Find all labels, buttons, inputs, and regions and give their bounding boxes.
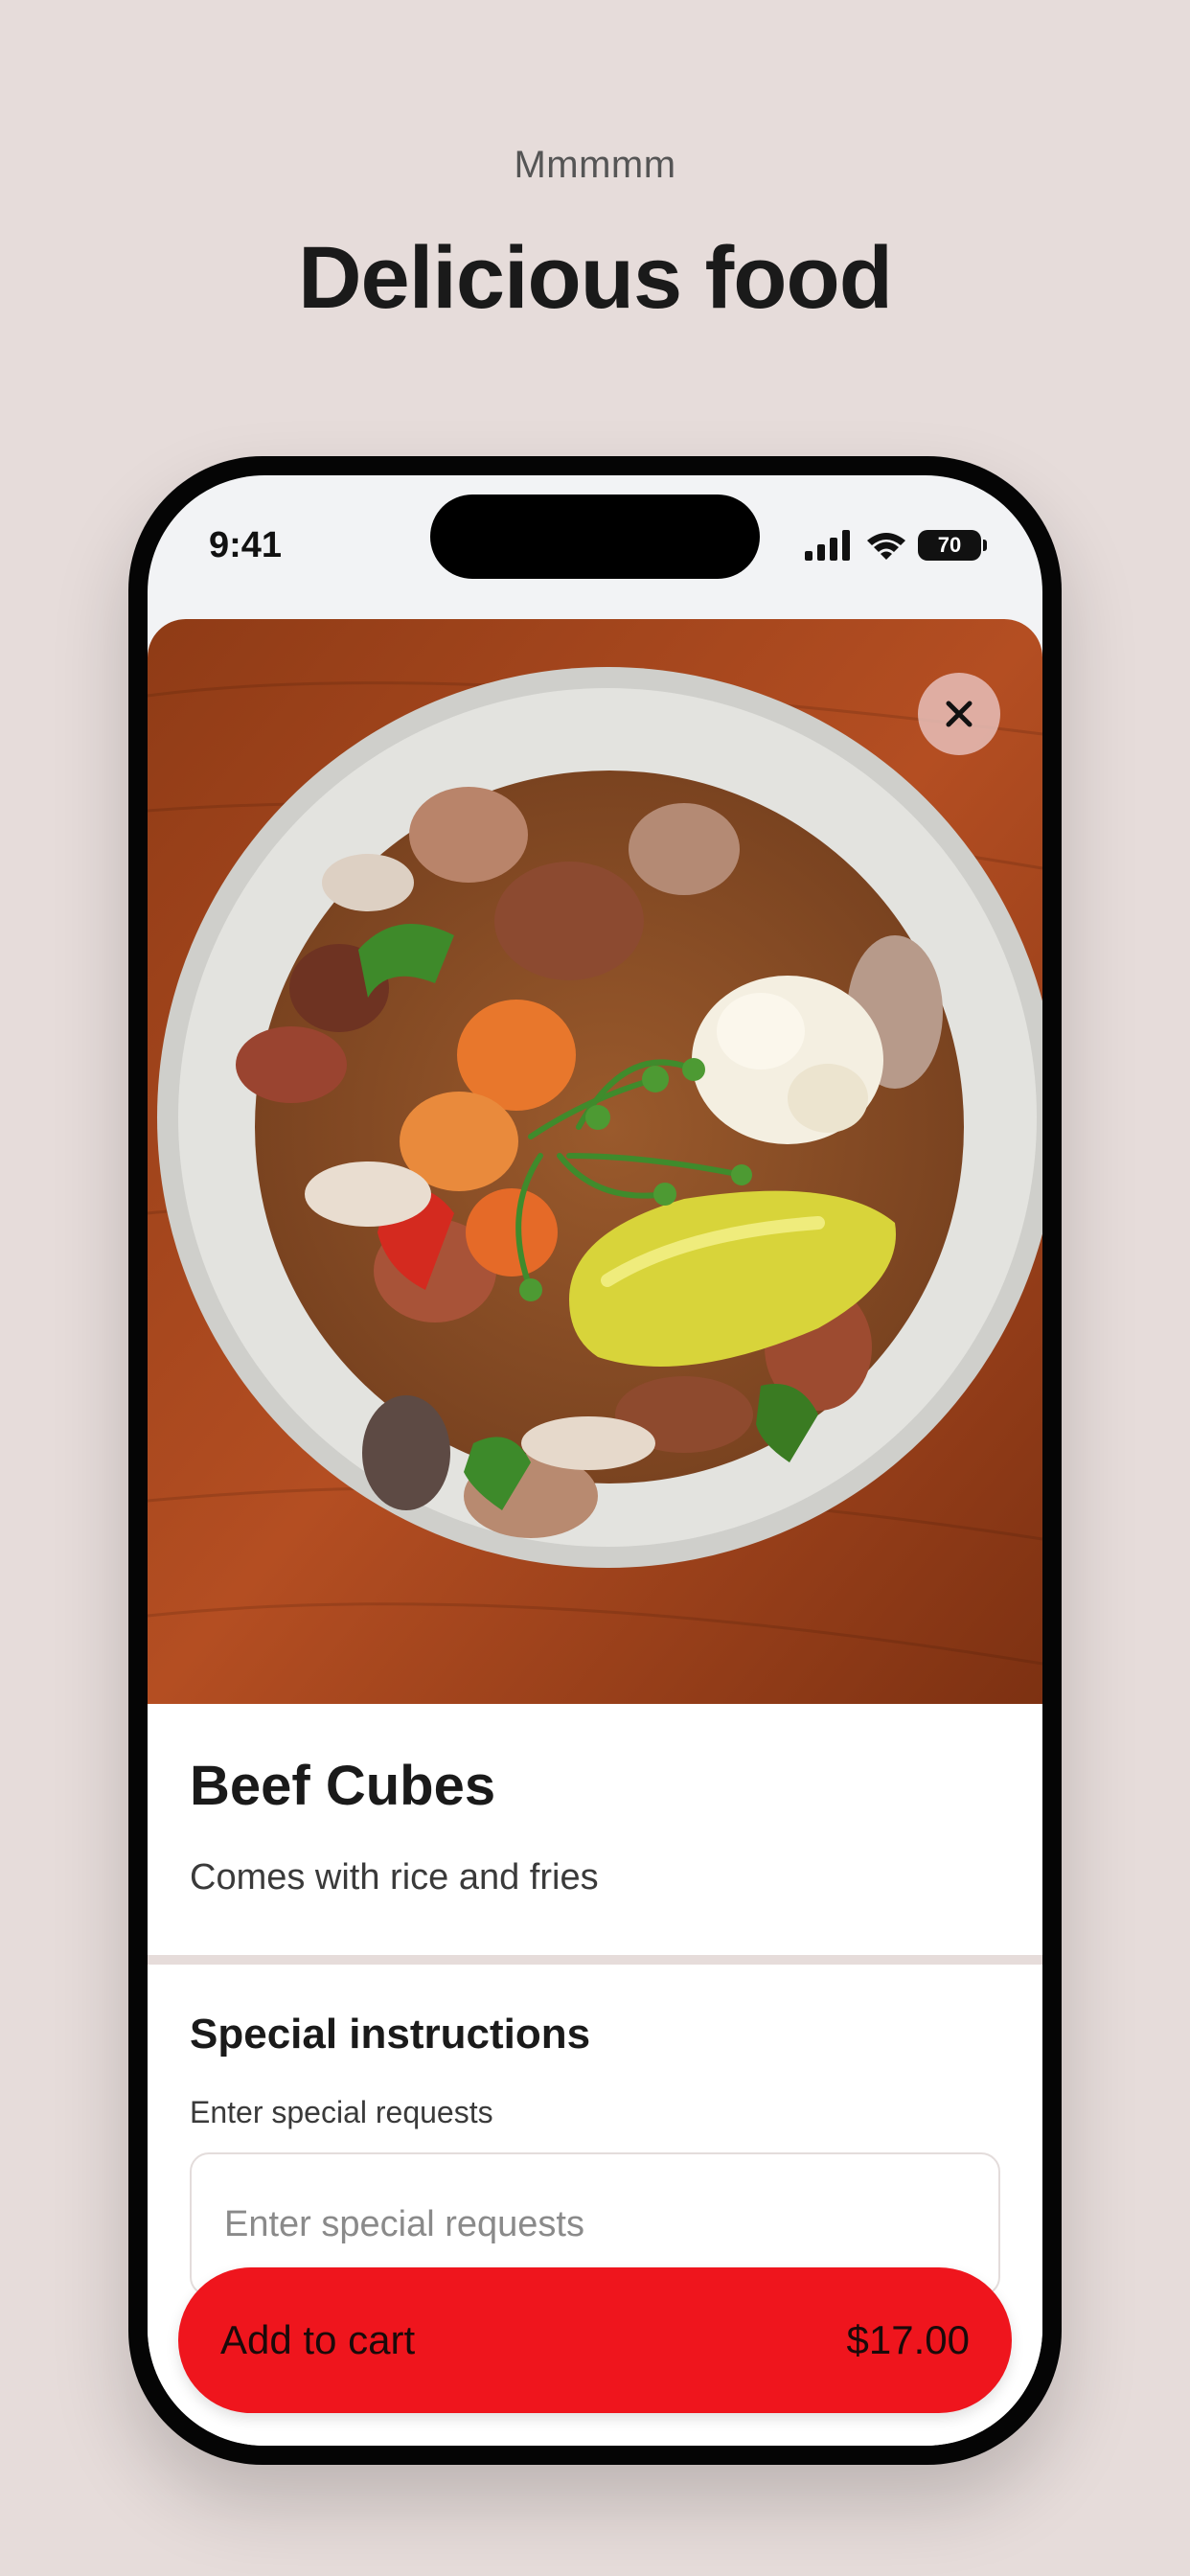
dynamic-island bbox=[430, 494, 760, 579]
page: Mmmmm Delicious food 9:41 70 Beef Cubes … bbox=[0, 0, 1190, 2576]
item-description: Comes with rice and fries bbox=[190, 1857, 599, 1898]
section-divider bbox=[148, 1955, 1042, 1965]
page-title: Delicious food bbox=[298, 229, 893, 327]
battery-level: 70 bbox=[937, 533, 962, 557]
eyebrow-text: Mmmmm bbox=[514, 144, 676, 186]
food-photo bbox=[148, 619, 1042, 1704]
instructions-title: Special instructions bbox=[190, 2011, 591, 2058]
instructions-subtitle: Enter special requests bbox=[190, 2095, 493, 2129]
signal-icon bbox=[805, 530, 850, 561]
status-time: 9:41 bbox=[209, 525, 283, 565]
cart-price: $17.00 bbox=[846, 2317, 970, 2362]
wifi-icon bbox=[867, 533, 905, 560]
item-sheet: Beef Cubes Comes with rice and fries Spe… bbox=[148, 619, 1042, 2446]
phone-frame: 9:41 70 Beef Cubes Comes with rice and f… bbox=[128, 456, 1062, 2465]
close-button[interactable] bbox=[918, 673, 1000, 755]
add-to-cart-button[interactable]: Add to cart $17.00 bbox=[178, 2267, 1012, 2413]
item-title: Beef Cubes bbox=[190, 1755, 496, 1817]
status-bar: 9:41 70 bbox=[148, 475, 1042, 619]
battery-icon: 70 bbox=[918, 530, 987, 561]
status-icons: 70 bbox=[805, 529, 987, 562]
phone-screen: 9:41 70 Beef Cubes Comes with rice and f… bbox=[148, 475, 1042, 2446]
add-to-cart-label: Add to cart bbox=[220, 2317, 416, 2362]
close-icon bbox=[946, 701, 973, 727]
food-image bbox=[148, 619, 1042, 1704]
